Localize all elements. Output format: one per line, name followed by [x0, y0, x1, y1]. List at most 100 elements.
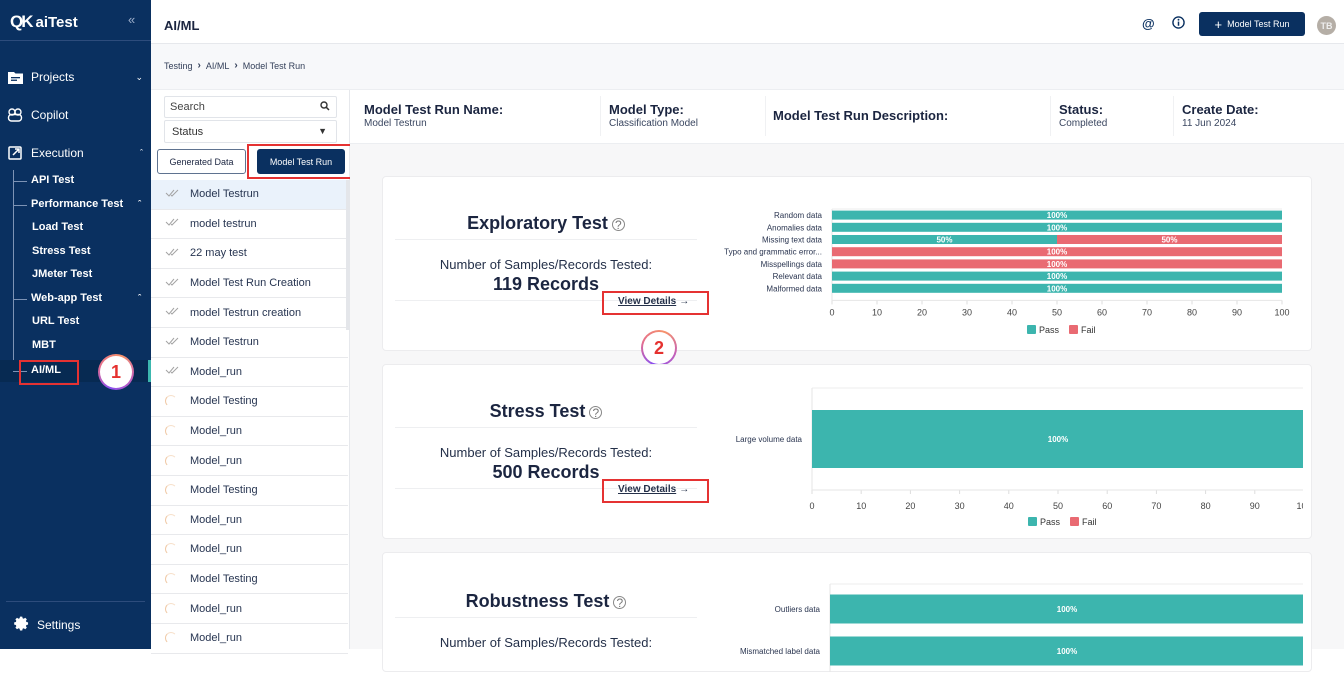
collapse-sidebar-icon[interactable]: «: [128, 12, 135, 27]
top-bar: AI/ML @ + Model Test Run TB: [151, 6, 1344, 44]
gear-icon: [14, 616, 29, 634]
legend-swatch-pass: [1027, 325, 1036, 334]
divider: [600, 96, 601, 136]
chevron-right-icon: ›: [197, 60, 201, 71]
search-placeholder: Search: [170, 101, 205, 113]
run-name: model Testrun creation: [190, 306, 302, 319]
sidebar-item-api-test[interactable]: API Test: [13, 174, 151, 186]
loading-spinner-icon: [165, 484, 177, 497]
info-icon[interactable]: [1172, 16, 1185, 32]
annotation-badge-2: 2: [641, 330, 677, 366]
breadcrumb-item[interactable]: Testing: [164, 61, 193, 71]
divider: [1173, 96, 1174, 136]
detail-value: Model Testrun: [364, 118, 427, 129]
run-details-bar: Model Test Run Name: Model Testrun Model…: [350, 90, 1344, 144]
run-list-panel: Search Status ▼ Generated Data Model Tes…: [151, 90, 353, 654]
detail-label: Model Test Run Description:: [773, 108, 949, 123]
help-icon[interactable]: ?: [613, 595, 627, 609]
run-name: Model_run: [190, 543, 242, 556]
run-list-item[interactable]: Model_run: [151, 624, 348, 654]
run-list-item[interactable]: model Testrun creation: [151, 298, 348, 328]
folder-icon: [7, 70, 23, 84]
at-sign-icon[interactable]: @: [1142, 16, 1155, 31]
help-icon[interactable]: ?: [611, 217, 625, 231]
divider: [395, 617, 697, 618]
help-icon[interactable]: ?: [589, 405, 603, 419]
category-label: Large volume data: [736, 435, 803, 444]
exploratory-summary: Exploratory Test? Number of Samples/Reco…: [395, 213, 697, 301]
annotation-badge-1: 1: [98, 354, 134, 390]
sidebar: QK aiTest « Projects ⌄ Copilot Execution…: [0, 0, 151, 649]
category-label: Mismatched label data: [740, 647, 821, 656]
data-label: 50%: [936, 236, 952, 245]
highlight-box-ai-ml: [19, 360, 79, 385]
settings-label: Settings: [37, 618, 81, 632]
run-list-item[interactable]: 22 may test: [151, 239, 348, 269]
sidebar-item-performance-test[interactable]: Performance Test ˆ: [13, 198, 141, 210]
run-list-item[interactable]: Model_run: [151, 358, 348, 388]
run-list-item[interactable]: Model Testing: [151, 387, 348, 417]
double-check-icon: [165, 366, 185, 377]
app-logo[interactable]: QK aiTest: [10, 12, 78, 32]
data-label: 100%: [1047, 272, 1067, 281]
avatar[interactable]: TB: [1317, 16, 1336, 35]
run-list-item[interactable]: Model_run: [151, 506, 348, 536]
run-list-item[interactable]: Model Test Run Creation: [151, 269, 348, 299]
robustness-test-card: Robustness Test? Number of Samples/Recor…: [382, 552, 1312, 672]
x-tick-label: 70: [1151, 501, 1161, 511]
sidebar-item-url-test[interactable]: URL Test: [32, 315, 152, 327]
sidebar-item-settings[interactable]: Settings: [14, 616, 80, 634]
sidebar-item-load-test[interactable]: Load Test: [32, 221, 152, 233]
run-list-item[interactable]: Model_run: [151, 594, 348, 624]
sidebar-item-projects[interactable]: Projects ⌄: [7, 70, 143, 84]
app-name: aiTest: [35, 13, 78, 31]
detail-label: Model Test Run Name:: [364, 102, 504, 117]
category-label: Outliers data: [775, 605, 821, 614]
detail-label: Create Date:: [1182, 102, 1259, 117]
new-model-test-run-button[interactable]: + Model Test Run: [1199, 12, 1305, 36]
run-list-item[interactable]: Model_run: [151, 417, 348, 447]
run-list-item[interactable]: Model_run: [151, 535, 348, 565]
divider: [0, 40, 151, 41]
data-label: 100%: [1047, 223, 1067, 232]
run-list-item[interactable]: model testrun: [151, 210, 348, 240]
run-list-item[interactable]: Model Testrun: [151, 328, 348, 358]
breadcrumb-item[interactable]: AI/ML: [206, 61, 230, 71]
x-tick-label: 40: [1004, 501, 1014, 511]
x-tick-label: 90: [1232, 307, 1242, 317]
data-label: 100%: [1057, 647, 1077, 656]
divider: [6, 601, 145, 602]
double-check-icon: [165, 337, 185, 348]
highlight-box-view-details: [602, 291, 709, 315]
breadcrumb: Testing › AI/ML › Model Test Run: [164, 60, 305, 71]
sidebar-item-execution[interactable]: Execution ˆ: [7, 146, 143, 160]
sidebar-item-stress-test[interactable]: Stress Test: [32, 245, 152, 257]
legend-label: Pass: [1039, 325, 1060, 335]
run-name: Model Testing: [190, 484, 258, 497]
run-list-item[interactable]: Model_run: [151, 446, 348, 476]
search-input[interactable]: Search: [164, 96, 337, 118]
sidebar-item-label: Projects: [31, 70, 75, 84]
category-label: Missing text data: [762, 236, 823, 245]
status-dropdown[interactable]: Status ▼: [164, 120, 337, 143]
sidebar-item-copilot[interactable]: Copilot: [7, 108, 143, 122]
detail-create-date: Create Date: 11 Jun 2024: [1182, 102, 1259, 129]
detail-label: Model Type:: [609, 102, 684, 117]
run-name: Model_run: [190, 454, 242, 467]
run-name: Model Testrun: [190, 188, 259, 201]
sidebar-item-label: MBT: [32, 339, 56, 351]
double-check-icon: [165, 307, 185, 318]
tab-generated-data[interactable]: Generated Data: [157, 149, 246, 174]
sidebar-item-mbt[interactable]: MBT: [32, 339, 152, 351]
run-list-item[interactable]: Model Testing: [151, 565, 348, 595]
card-title: Exploratory Test?: [395, 213, 697, 234]
x-tick-label: 30: [962, 307, 972, 317]
sidebar-item-web-app-test[interactable]: Web-app Test ˆ: [13, 292, 141, 304]
sidebar-item-jmeter-test[interactable]: JMeter Test: [32, 268, 152, 280]
legend-swatch-fail: [1069, 325, 1078, 334]
detail-type: Model Type: Classification Model: [609, 102, 698, 129]
tree-line: [13, 170, 14, 378]
run-list-item[interactable]: Model Testing: [151, 476, 348, 506]
run-list-item[interactable]: Model Testrun: [151, 180, 348, 210]
sidebar-item-label: API Test: [31, 174, 75, 186]
